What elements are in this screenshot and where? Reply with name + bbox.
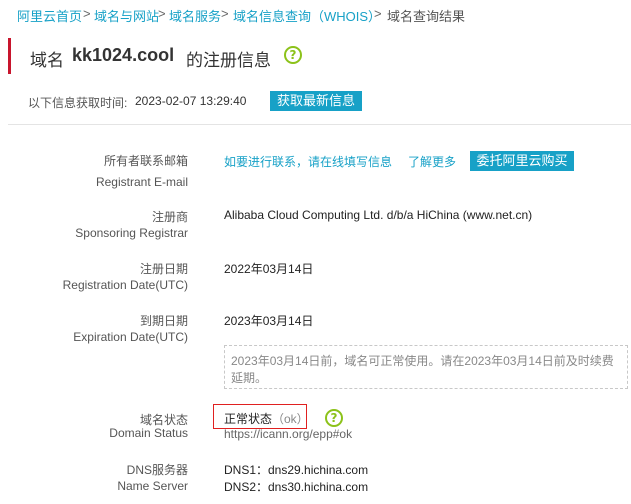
registrar-label-en: Sponsoring Registrar xyxy=(75,226,188,240)
dns-label-cn: DNS服务器 xyxy=(126,463,188,477)
breadcrumb-domains-websites[interactable]: 域名与网站 xyxy=(94,6,159,25)
breadcrumb-domain-service[interactable]: 域名服务 xyxy=(169,6,221,25)
dns-label-en: Name Server xyxy=(117,479,188,493)
title-suffix: 的注册信息 xyxy=(186,51,271,70)
title-domain: kk1024.cool xyxy=(72,45,175,65)
delegate-purchase-button[interactable]: 委托阿里云购买 xyxy=(470,151,574,171)
expiry-note-box: 2023年03月14日前，域名可正常使用。请在2023年03月14日前及时续费 … xyxy=(224,345,628,389)
breadcrumb-separator: > xyxy=(374,6,382,21)
reg-date-label-en: Registration Date(UTC) xyxy=(62,278,188,292)
status-value: 正常状态 xyxy=(224,412,273,426)
breadcrumb-whois[interactable]: 域名信息查询（WHOIS） xyxy=(233,6,381,25)
refresh-info-button[interactable]: 获取最新信息 xyxy=(270,91,362,111)
fetch-label: 以下信息获取时间: xyxy=(28,96,128,110)
status-code: （ok） xyxy=(272,412,309,426)
reg-date-value: 2022年03月14日 xyxy=(224,262,314,276)
email-label-cn: 所有者联系邮箱 xyxy=(103,154,188,168)
registrar-label-cn: 注册商 xyxy=(151,210,188,224)
email-label-en: Registrant E-mail xyxy=(95,175,188,189)
exp-date-label-cn: 到期日期 xyxy=(139,314,188,328)
status-link[interactable]: https://icann.org/epp#ok xyxy=(224,427,352,441)
fetch-time: 2023-02-07 13:29:40 xyxy=(135,94,247,108)
dns1-value: DNS1：dns29.hichina.com xyxy=(224,463,369,477)
breadcrumb-home[interactable]: 阿里云首页 xyxy=(17,6,82,25)
exp-date-label-en: Expiration Date(UTC) xyxy=(73,330,188,344)
breadcrumb-separator: > xyxy=(158,6,166,21)
contact-online-link[interactable]: 如要进行联系，请在线填写信息 xyxy=(224,153,392,170)
dns2-value: DNS2：dns30.hichina.com xyxy=(224,480,369,494)
reg-date-label-cn: 注册日期 xyxy=(139,262,188,276)
breadcrumb-current: 域名查询结果 xyxy=(387,9,466,24)
divider xyxy=(8,124,631,125)
help-icon[interactable]: ? xyxy=(284,46,302,64)
breadcrumb-separator: > xyxy=(221,6,229,21)
status-help-icon[interactable]: ? xyxy=(325,409,343,427)
breadcrumb-separator: > xyxy=(83,6,91,21)
title-prefix: 域名 xyxy=(30,51,64,70)
expiry-note-line2: 延期。 xyxy=(231,371,268,385)
status-label-en: Domain Status xyxy=(109,426,188,440)
registrar-value: Alibaba Cloud Computing Ltd. d/b/a HiChi… xyxy=(224,208,533,222)
expiry-note-line1: 2023年03月14日前，域名可正常使用。请在2023年03月14日前及时续费 xyxy=(231,354,614,368)
exp-date-value: 2023年03月14日 xyxy=(224,314,314,328)
learn-more-link[interactable]: 了解更多 xyxy=(408,153,456,170)
